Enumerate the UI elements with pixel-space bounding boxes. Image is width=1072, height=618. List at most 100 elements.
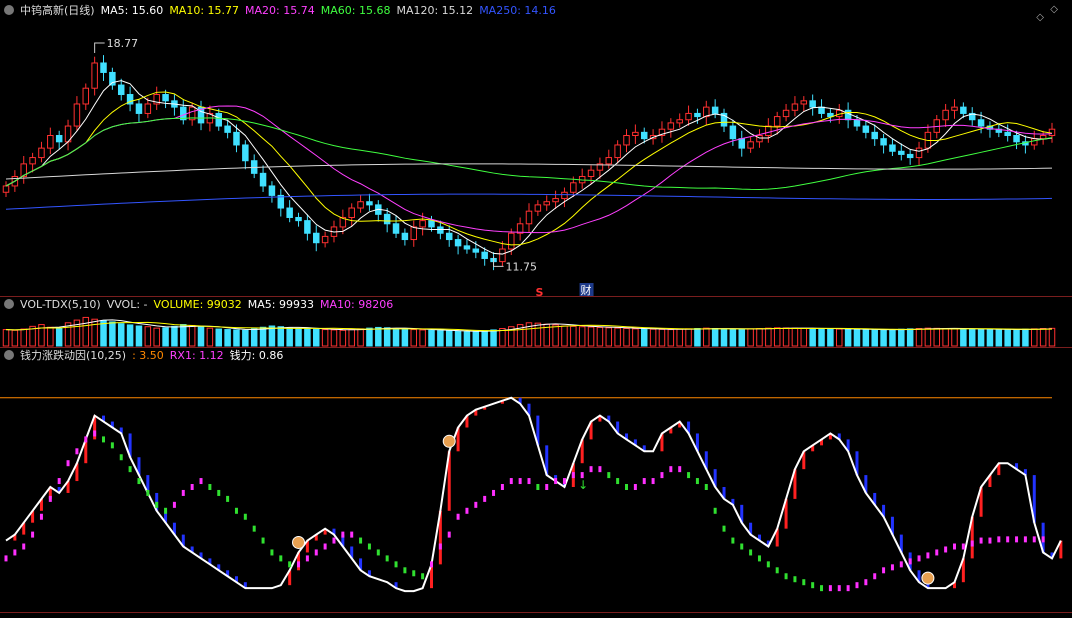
volume-bar: [587, 326, 595, 347]
candle-body: [100, 62, 107, 73]
volume-bar: [968, 328, 976, 347]
volume-bar: [658, 328, 666, 347]
volume-bar: [995, 329, 1003, 347]
low-label: 11.75: [506, 260, 538, 273]
candle-body: [472, 248, 480, 253]
candle-body: [525, 210, 533, 225]
volume-bar: [277, 326, 285, 347]
volume-bar: [2, 329, 10, 347]
volume-bar: [383, 327, 391, 347]
volume-bar: [605, 327, 613, 347]
volume-bar: [82, 316, 90, 347]
candle-body: [862, 125, 870, 133]
volume-bar: [844, 328, 852, 347]
volume-bar: [906, 328, 914, 347]
volume-bar: [649, 328, 657, 347]
volume-bar: [47, 326, 54, 347]
volume-bar: [898, 328, 905, 347]
candle-body: [508, 232, 515, 250]
candle-body: [853, 119, 861, 127]
candle-body: [73, 103, 81, 127]
volume-bar: [109, 321, 116, 347]
candle-body: [747, 141, 754, 149]
volume-bar: [862, 329, 870, 347]
cai-marker: 财: [581, 283, 592, 297]
candle-body: [313, 232, 320, 244]
candle-body: [233, 131, 240, 146]
candle-body: [259, 172, 267, 187]
candle-body: [871, 131, 878, 140]
buy-signal-icon: [921, 571, 935, 585]
candle-body: [915, 147, 923, 159]
buy-signal-icon: [292, 535, 306, 549]
volume-bar: [552, 324, 559, 347]
candle-body: [224, 125, 231, 133]
volume-bar: [197, 326, 205, 347]
chart-canvas[interactable]: 18.77 11.75 S 财 ↓: [0, 0, 1072, 618]
candle-body: [800, 100, 808, 105]
volume-bar: [410, 329, 418, 347]
volume-bar: [977, 328, 985, 347]
volume-bar: [685, 328, 692, 347]
volume-bar: [765, 327, 772, 347]
volume-bar: [676, 328, 683, 347]
volume-bar: [640, 328, 648, 347]
candle-body: [117, 84, 125, 96]
volume-bar: [437, 330, 444, 347]
volume-bar: [153, 327, 160, 347]
candle-body: [499, 248, 506, 263]
volume-bar: [729, 328, 737, 347]
candle-body: [1013, 135, 1020, 143]
stock-chart-window[interactable]: 中钨高新(日线) MA5: 15.60 MA10: 15.77 MA20: 15.74…: [0, 0, 1072, 618]
candle-body: [906, 153, 914, 159]
candle-body: [543, 201, 550, 206]
volume-bar: [339, 329, 347, 347]
volume-bar: [614, 327, 621, 347]
volume-bar: [738, 328, 745, 347]
volume-bar: [942, 328, 949, 347]
volume-bar: [791, 327, 799, 347]
volume-bar: [91, 318, 98, 347]
volume-bar: [596, 326, 604, 347]
volume-bar: [100, 320, 107, 347]
volume-bar: [809, 328, 816, 347]
candle-body: [942, 109, 949, 121]
candle-body: [685, 112, 692, 121]
volume-bar: [357, 328, 364, 347]
volume-bar: [20, 328, 27, 347]
high-marker: [94, 42, 105, 54]
candle-body: [534, 204, 542, 212]
volume-bar: [233, 329, 240, 347]
volume-bar: [1039, 328, 1047, 347]
volume-bar: [800, 327, 808, 347]
volume-bar: [135, 325, 143, 347]
volume-bar: [321, 329, 329, 347]
candle-body: [55, 135, 63, 143]
volume-bar: [853, 328, 861, 347]
volume-bar: [392, 328, 400, 347]
volume-bar: [632, 328, 639, 347]
volume-bar: [55, 328, 63, 347]
volume-bar: [313, 328, 320, 347]
candle-body: [47, 135, 54, 149]
candle-body: [765, 125, 772, 137]
volume-bar: [827, 328, 834, 347]
volume-bar: [11, 329, 19, 347]
volume-bar: [428, 329, 435, 347]
candle-body: [242, 144, 249, 162]
candle-body: [614, 144, 621, 159]
candle-body: [570, 182, 577, 193]
candle-body: [82, 87, 90, 105]
volume-bar: [304, 328, 311, 347]
candle-body: [729, 125, 737, 140]
volume-bar: [534, 322, 542, 347]
volume-bar: [375, 326, 382, 347]
candle-body: [410, 226, 418, 241]
candle-body: [898, 150, 905, 155]
candle-body: [295, 216, 302, 222]
candle-body: [951, 106, 958, 111]
volume-bar: [126, 324, 134, 347]
volume-bar: [445, 330, 453, 347]
volume-bar: [747, 328, 754, 347]
candle-body: [623, 135, 630, 146]
